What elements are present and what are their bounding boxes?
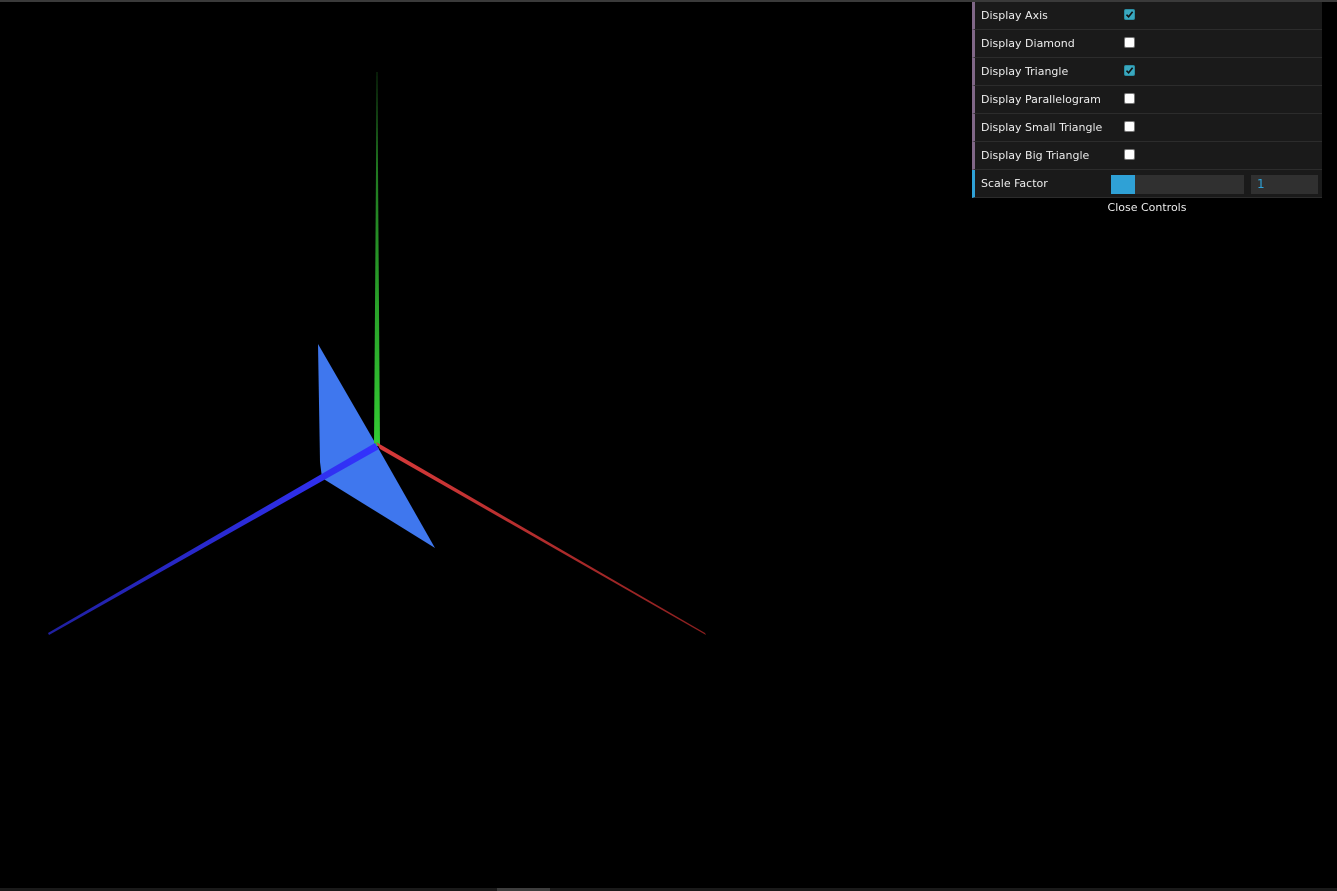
scale-factor-slider[interactable] <box>1111 175 1244 194</box>
display-parallelogram-checkbox[interactable] <box>1124 93 1135 104</box>
display-diamond-checkbox[interactable] <box>1124 37 1135 48</box>
control-label: Display Parallelogram <box>981 93 1101 106</box>
scale-factor-input[interactable]: 1 <box>1251 175 1318 194</box>
control-label: Display Small Triangle <box>981 121 1103 134</box>
display-triangle-checkbox[interactable] <box>1124 65 1135 76</box>
check-icon <box>1125 11 1134 18</box>
control-display-diamond[interactable]: Display Diamond <box>972 30 1322 58</box>
control-label: Display Big Triangle <box>981 149 1090 162</box>
display-big-triangle-checkbox[interactable] <box>1124 149 1135 160</box>
control-display-big-triangle[interactable]: Display Big Triangle <box>972 142 1322 170</box>
control-display-small-triangle[interactable]: Display Small Triangle <box>972 114 1322 142</box>
controls-panel: Display Axis Display Diamond Display Tri… <box>972 2 1322 218</box>
y-axis-line <box>374 72 380 446</box>
control-label: Scale Factor <box>981 177 1048 190</box>
display-axis-checkbox[interactable] <box>1124 9 1135 20</box>
control-label: Display Triangle <box>981 65 1069 78</box>
close-controls-button[interactable]: Close Controls <box>972 198 1322 218</box>
display-small-triangle-checkbox[interactable] <box>1124 121 1135 132</box>
control-display-parallelogram[interactable]: Display Parallelogram <box>972 86 1322 114</box>
z-axis-line <box>48 443 379 635</box>
control-display-axis[interactable]: Display Axis <box>972 2 1322 30</box>
control-scale-factor: Scale Factor 1 <box>972 170 1322 198</box>
slider-fill <box>1111 175 1135 194</box>
check-icon <box>1125 67 1134 74</box>
control-display-triangle[interactable]: Display Triangle <box>972 58 1322 86</box>
control-label: Display Axis <box>981 9 1048 22</box>
control-label: Display Diamond <box>981 37 1075 50</box>
